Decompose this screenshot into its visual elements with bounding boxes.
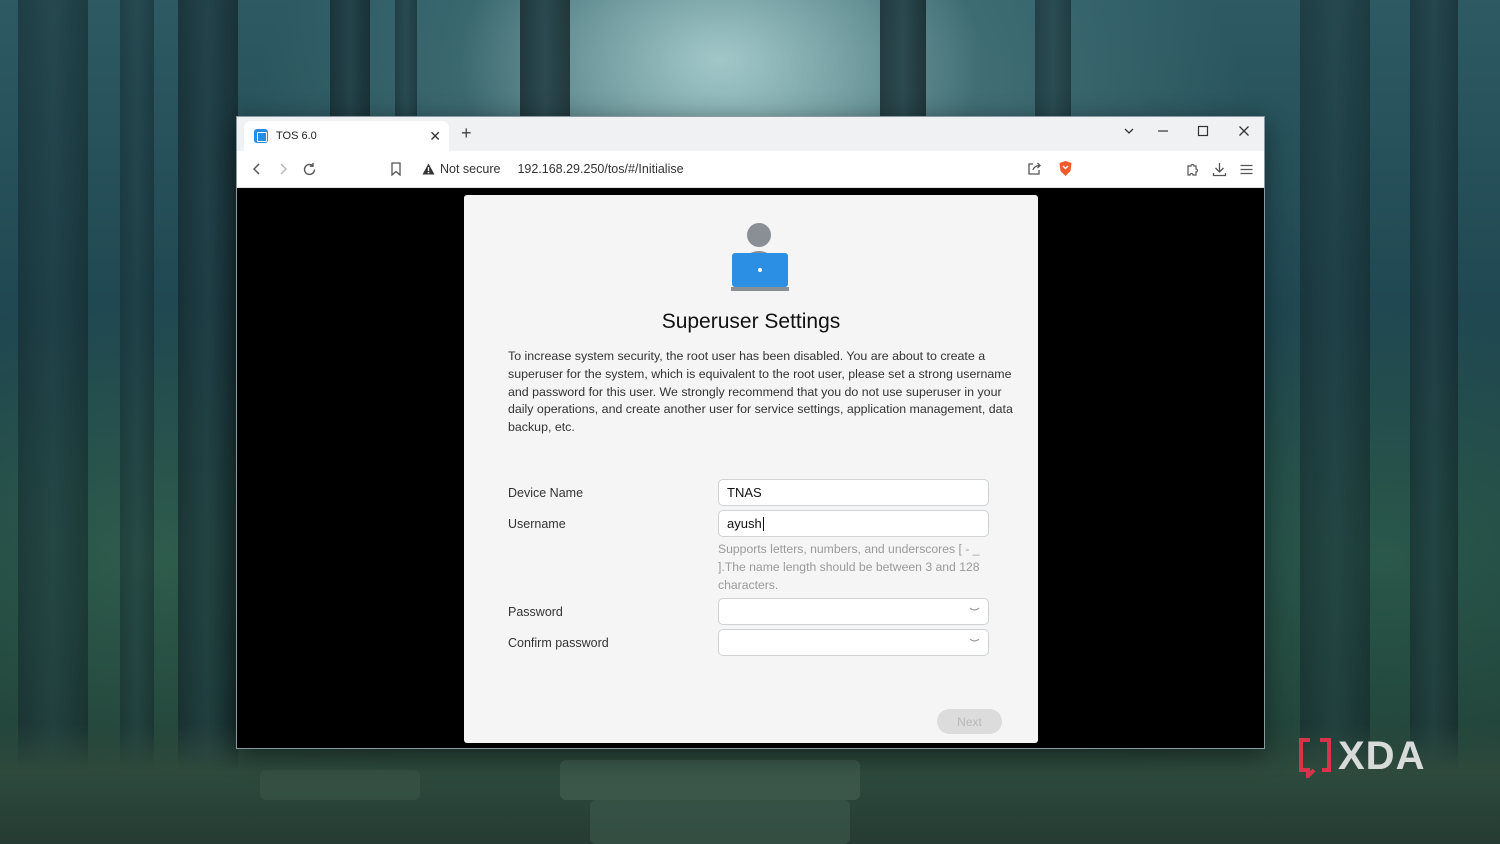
dialog-description: To increase system security, the root us… — [508, 349, 1013, 435]
title-bar: TOS 6.0 ✕ + — [237, 117, 1264, 151]
brave-shield-icon[interactable] — [1058, 160, 1073, 182]
device-name-label: Device Name — [508, 486, 584, 500]
superuser-settings-dialog: Superuser Settings To increase system se… — [464, 195, 1038, 743]
dialog-title: Superuser Settings — [661, 310, 841, 333]
extensions-puzzle-icon[interactable] — [1183, 160, 1201, 178]
tos-favicon-icon — [254, 129, 268, 143]
password-input[interactable] — [718, 598, 989, 625]
hide-confirm-password-eye-icon[interactable] — [969, 635, 980, 647]
text-caret — [762, 516, 764, 531]
hide-password-eye-icon[interactable] — [969, 604, 980, 616]
reload-icon[interactable] — [300, 160, 318, 178]
back-arrow-icon[interactable] — [248, 160, 266, 178]
xda-bracket-icon — [1299, 737, 1331, 778]
new-tab-button[interactable]: + — [461, 124, 472, 142]
device-name-input[interactable]: TNAS — [718, 479, 989, 506]
close-window-icon[interactable] — [1236, 125, 1252, 139]
forward-arrow-icon[interactable] — [274, 160, 292, 178]
username-value: ayush — [727, 516, 762, 531]
username-label: Username — [508, 517, 566, 531]
download-icon[interactable] — [1210, 160, 1228, 178]
tab-title: TOS 6.0 — [276, 130, 317, 142]
share-icon[interactable] — [1027, 161, 1042, 181]
menu-hamburger-icon[interactable] — [1237, 160, 1255, 178]
username-hint: Supports letters, numbers, and underscor… — [718, 542, 980, 592]
browser-window: TOS 6.0 ✕ + Not secure 192.168.29.250/to… — [236, 116, 1265, 749]
tab-search-chevron-icon[interactable] — [1121, 125, 1137, 139]
device-name-value: TNAS — [727, 485, 762, 500]
confirm-password-label: Confirm password — [508, 636, 609, 650]
close-tab-icon[interactable]: ✕ — [429, 129, 441, 143]
address-bar[interactable]: Not secure 192.168.29.250/tos/#/Initiali… — [413, 154, 1087, 184]
maximize-icon[interactable] — [1195, 125, 1211, 139]
username-input[interactable]: ayush — [718, 510, 989, 537]
warning-triangle-icon — [422, 163, 435, 175]
browser-tab[interactable]: TOS 6.0 ✕ — [244, 121, 449, 151]
superuser-laptop-icon — [731, 223, 789, 291]
xda-watermark-text: XDA — [1338, 734, 1426, 778]
xda-logo: XDA — [1298, 734, 1425, 779]
minimize-icon[interactable] — [1155, 125, 1171, 139]
security-label: Not secure — [440, 162, 501, 176]
confirm-password-input[interactable] — [718, 629, 989, 656]
browser-toolbar: Not secure 192.168.29.250/tos/#/Initiali… — [237, 151, 1264, 188]
bookmark-icon[interactable] — [387, 160, 405, 178]
security-warning[interactable]: Not secure — [422, 162, 500, 176]
password-label: Password — [508, 605, 563, 619]
url-text[interactable]: 192.168.29.250/tos/#/Initialise — [517, 162, 683, 176]
next-button[interactable]: Next — [937, 709, 1002, 734]
